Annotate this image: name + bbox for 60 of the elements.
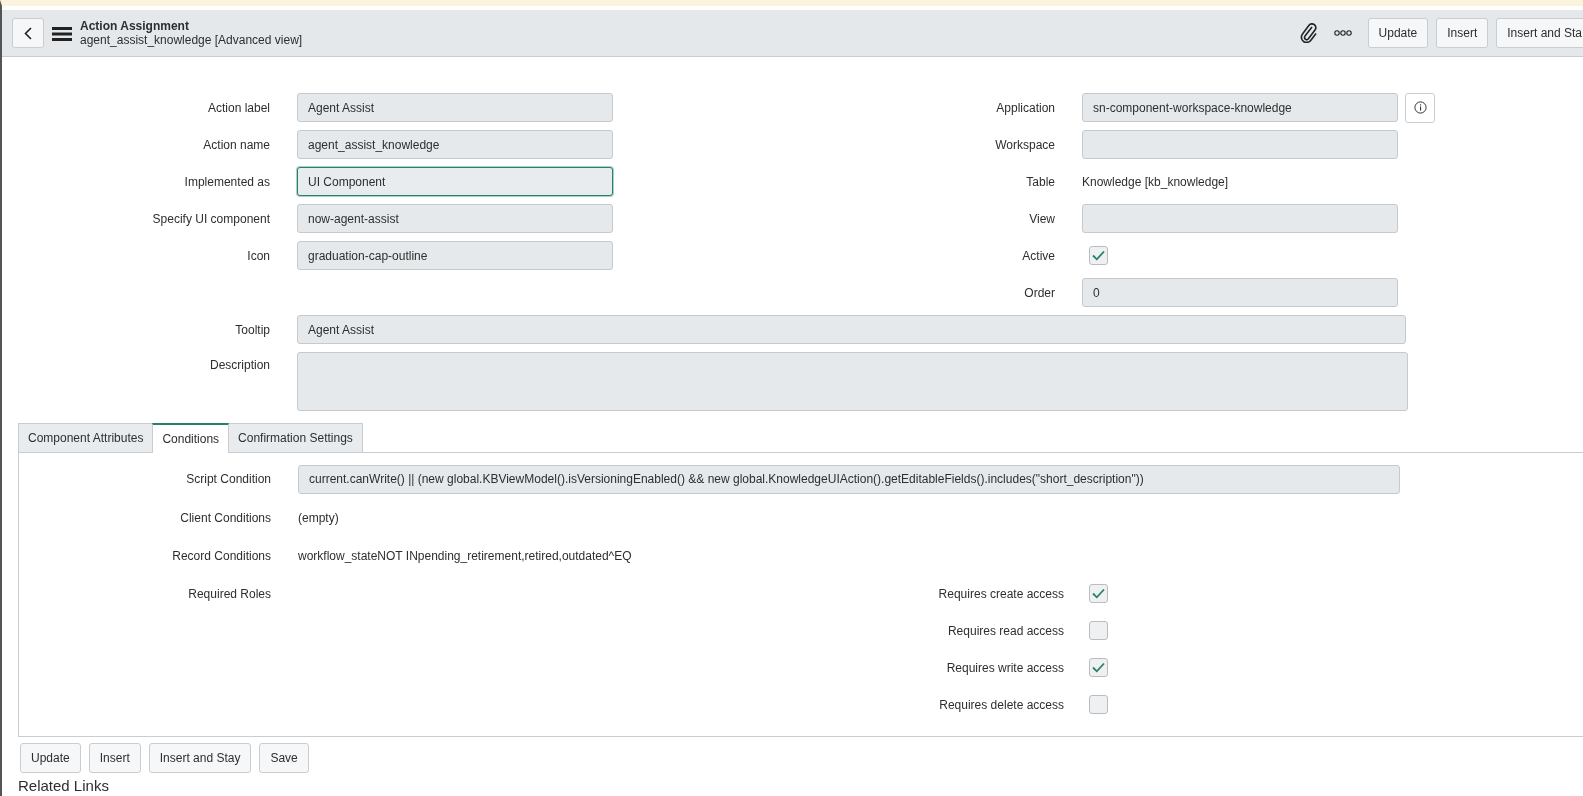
back-button[interactable]: [12, 18, 44, 48]
form-button[interactable]: Insert: [88, 743, 141, 773]
input-field[interactable]: UI Component: [297, 167, 613, 196]
field-label: Client Conditions: [179, 510, 271, 527]
field-label: Icon: [246, 247, 270, 265]
checkbox[interactable]: [1089, 246, 1108, 265]
field-label: Requires delete access: [939, 696, 1064, 714]
field-value: (empty): [298, 510, 339, 527]
field-label: Script Condition: [185, 471, 271, 488]
tab[interactable]: Conditions: [152, 423, 230, 453]
more-icon[interactable]: [1333, 30, 1352, 36]
field-label: Implemented as: [183, 173, 270, 191]
field-label: Action name: [202, 136, 270, 154]
input-field[interactable]: now-agent-assist: [297, 204, 613, 233]
input-field[interactable]: 0: [1082, 278, 1398, 307]
input-field[interactable]: graduation-cap-outline: [297, 241, 613, 270]
checkbox[interactable]: [1089, 695, 1108, 714]
info-button[interactable]: [1405, 92, 1435, 123]
form-button[interactable]: Insert and Stay: [148, 743, 252, 773]
form-button[interactable]: Save: [259, 743, 309, 773]
section-heading: Related Links: [18, 777, 110, 794]
input-field[interactable]: current.canWrite() || (new global.KBViewModel().isVersioningEnabled() && new global.KnowledgeUIAction().getEditableFields().includes("short_description")): [298, 464, 1400, 494]
paperclip-icon[interactable]: [1299, 23, 1318, 43]
tab[interactable]: Component Attributes: [18, 423, 154, 452]
input-field[interactable]: agent_assist_knowledge: [297, 130, 613, 159]
header-button[interactable]: Insert: [1436, 18, 1489, 48]
checkbox[interactable]: [1089, 658, 1108, 677]
header-button[interactable]: Insert and Sta: [1496, 18, 1583, 48]
field-label: Order: [1023, 284, 1055, 302]
header-button[interactable]: Update: [1367, 18, 1429, 48]
field-label: View: [1028, 210, 1055, 228]
field-label: Requires create access: [938, 585, 1064, 603]
chevron-left-icon: [24, 26, 32, 40]
field-label: Required Roles: [187, 586, 271, 603]
input-field[interactable]: sn-component-workspace-knowledge: [1082, 93, 1398, 122]
input-field[interactable]: [1082, 130, 1398, 159]
record-subtitle: agent_assist_knowledge [Advanced view]: [80, 33, 303, 47]
info-icon: [1413, 101, 1427, 114]
checkbox[interactable]: [1089, 584, 1108, 603]
checkbox[interactable]: [1089, 621, 1108, 640]
menu-icon[interactable]: [52, 25, 72, 41]
page-title: Action Assignment: [80, 19, 190, 33]
field-label: Application: [995, 99, 1055, 117]
input-field[interactable]: Agent Assist: [297, 93, 613, 122]
input-field[interactable]: [1082, 204, 1398, 233]
field-label: Active: [1021, 247, 1055, 265]
field-label: Tooltip: [234, 321, 270, 339]
field-label: Specify UI component: [151, 210, 270, 228]
tab[interactable]: Confirmation Settings: [228, 423, 363, 452]
input-field[interactable]: Agent Assist: [297, 315, 1406, 344]
field-label: Action label: [206, 99, 270, 117]
field-label: Requires write access: [946, 659, 1064, 677]
field-label: Description: [208, 357, 270, 374]
field-value: workflow_stateNOT INpending_retirement,retired,outdated^EQ: [298, 548, 632, 565]
form-button[interactable]: Update: [20, 743, 81, 773]
field-label: Table: [1025, 173, 1055, 191]
field-value: Knowledge [kb_knowledge]: [1082, 173, 1229, 191]
field-label: Requires read access: [947, 622, 1064, 640]
field-label: Workspace: [994, 136, 1055, 154]
field-label: Record Conditions: [171, 548, 271, 565]
